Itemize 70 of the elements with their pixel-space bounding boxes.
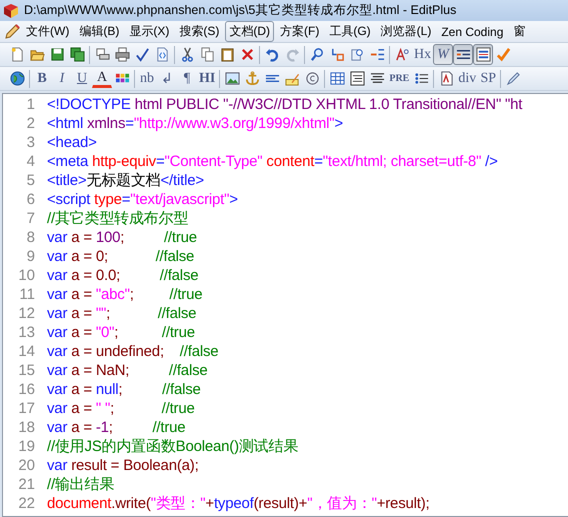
line-number: 1 (26, 96, 35, 113)
code-line: <head> (47, 134, 97, 151)
code-line: document.write("类型："+typeof(result)+"，值为："+result); (47, 494, 430, 513)
code-line: var a = 0; //false (47, 248, 194, 265)
toolbar-button[interactable]: SP (478, 68, 498, 89)
toolbar-button[interactable]: nb (137, 68, 157, 89)
line-number: 13 (17, 324, 35, 341)
toolbar-button[interactable]: PRE (387, 68, 412, 89)
toolbar-button[interactable]: I (52, 68, 72, 89)
code-line: //其它类型转成布尔型 (47, 209, 188, 228)
code-line: var result = Boolean(a); (47, 457, 199, 474)
code-line: var a = -1; //true (47, 419, 186, 436)
app-icon (3, 2, 19, 18)
code-line: //输出结果 (47, 475, 114, 494)
window-title: D:\amp\WWW\www.phpnanshen.com\js\5其它类型转成布尔型.html - EditPlus (24, 2, 456, 19)
line-number: 18 (17, 419, 35, 436)
code-line: <title>无标题文档</title> (47, 171, 204, 190)
toolbar-button[interactable]: ¶ (177, 68, 197, 89)
code-line: <script type="text/javascript"> (47, 191, 238, 208)
code-line: <!DOCTYPE html PUBLIC "-//W3C//DTD XHTML 1.0 Transitional//EN" "ht (47, 96, 522, 113)
line-number: 7 (26, 210, 35, 227)
code-line: //使用JS的内置函数Boolean()测试结果 (47, 437, 298, 456)
code-line: var a = 100; //true (47, 229, 197, 246)
line-number: 22 (17, 495, 35, 512)
line-number: 2 (26, 115, 35, 132)
menu-item[interactable]: 方案(F) (276, 21, 324, 42)
menu-item[interactable]: 文件(W) (22, 21, 74, 42)
toolbar-button[interactable]: W (433, 44, 454, 65)
line-number: 6 (26, 191, 35, 208)
toolbar-button[interactable]: A (92, 70, 112, 88)
toolbar-button[interactable]: B (32, 68, 52, 89)
menu-item[interactable]: 窗 (509, 21, 530, 42)
code-line: var a = 0.0; //false (47, 267, 198, 284)
menu-item[interactable]: 浏览器(L) (376, 21, 436, 42)
line-number: 4 (26, 153, 35, 170)
toolbar-button[interactable]: ↲ (157, 68, 177, 89)
code-line: var a = ""; //false (47, 305, 196, 322)
line-number: 9 (26, 248, 35, 265)
code-line: var a = " "; //true (47, 400, 195, 417)
code-line: var a = NaN; //false (47, 362, 208, 379)
code-line: var a = "abc"; //true (47, 286, 202, 303)
code-line: var a = undefined; //false (47, 343, 218, 360)
line-number: 5 (26, 172, 35, 189)
line-number: 12 (17, 305, 35, 322)
pencil-icon (4, 24, 20, 40)
line-number: 11 (18, 286, 35, 303)
toolbar-button[interactable]: HI (197, 68, 218, 89)
code-line: var a = null; //false (47, 381, 201, 398)
line-number: 10 (17, 267, 35, 284)
code-line: <html xmlns="http://www.w3.org/1999/xhtml"> (47, 115, 343, 132)
line-number: 17 (17, 400, 35, 417)
toolbar-button[interactable]: Hx (412, 44, 434, 65)
line-number: 14 (17, 343, 35, 360)
menu-item[interactable]: 显示(X) (125, 21, 174, 42)
line-number: 16 (17, 381, 35, 398)
line-number: 3 (26, 134, 35, 151)
menu-item[interactable]: 编辑(B) (75, 21, 124, 42)
line-number: 21 (17, 476, 35, 493)
code-line: <meta http-equiv="Content-Type" content="text/html; charset=utf-8" /> (47, 153, 498, 170)
code-line: var a = "0"; //true (47, 324, 195, 341)
toolbar-button[interactable]: U (72, 68, 92, 89)
line-number: 19 (17, 438, 35, 455)
toolbar-button[interactable]: div (456, 68, 478, 89)
line-number: 20 (17, 457, 35, 474)
menu-item[interactable]: 搜索(S) (175, 21, 224, 42)
menu-item[interactable]: 文档(D) (225, 21, 274, 42)
line-number: 8 (26, 229, 35, 246)
menu-item[interactable]: Zen Coding (437, 22, 508, 40)
line-number: 15 (17, 362, 35, 379)
menu-item[interactable]: 工具(G) (325, 21, 375, 42)
